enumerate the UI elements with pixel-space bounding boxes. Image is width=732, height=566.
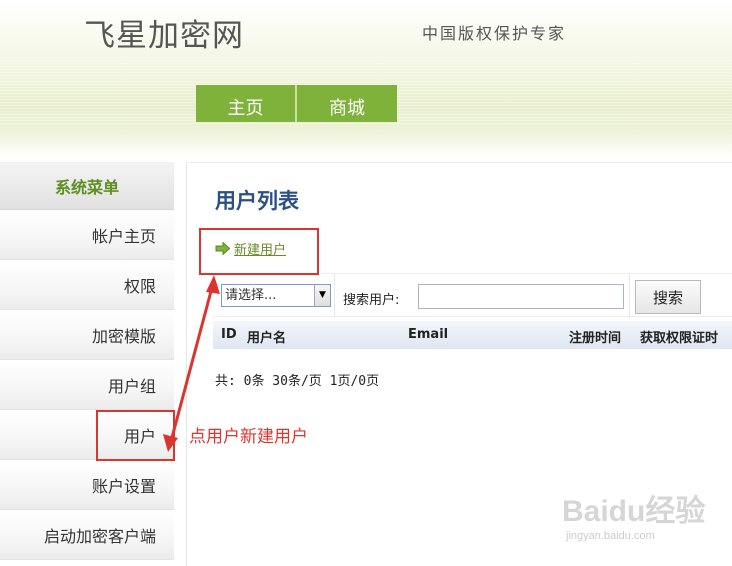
watermark: Baidu经验 jingyan.baidu.com bbox=[562, 484, 722, 550]
watermark-url: jingyan.baidu.com bbox=[566, 530, 655, 542]
annotation-text: 点用户新建用户 bbox=[189, 427, 308, 447]
annotation-arrow-icon bbox=[163, 275, 220, 452]
baidu-logo: Baidu经验 bbox=[562, 495, 706, 528]
